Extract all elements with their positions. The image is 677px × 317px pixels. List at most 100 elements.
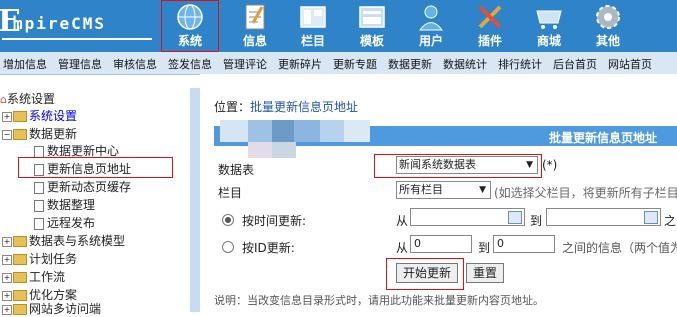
instructions-note: 说明：当改变信息目录形式时，请用此功能来批量更新内容页地址。	[214, 294, 544, 307]
tree-item-scheduled-tasks[interactable]: + 计划任务	[2, 250, 77, 267]
page-icon	[34, 181, 44, 194]
folder-icon	[13, 129, 27, 140]
start-update-button[interactable]: 开始更新	[396, 263, 458, 283]
logo-underline	[2, 38, 152, 40]
quick-menu-bar: 增加信息 管理信息 审核信息 签发信息 管理评论 更新碎片 更新专题 数据更新 …	[0, 52, 677, 75]
start-date-input[interactable]	[410, 208, 525, 226]
main-content: 位置：批量更新信息页地址 批量更新信息页地址 数据表 新闻系统数据表 ▼ (*) …	[200, 74, 677, 312]
tree-item-tables-models[interactable]: + 数据表与系统模型	[2, 232, 125, 249]
nav-user[interactable]: 用户	[402, 0, 460, 52]
sidebar-tree: ⌂系统设置 + 系统设置 − 数据更新 数据更新中心 更新信息页地址 更新动态页缓存…	[0, 88, 190, 316]
globe-icon	[177, 4, 203, 30]
radio-by-id[interactable]	[222, 241, 234, 253]
nav-system[interactable]: 系统	[161, 0, 219, 52]
from-label: 从	[396, 241, 409, 255]
tree-item-system-settings[interactable]: + 系统设置	[2, 107, 77, 124]
empirecms-logo: E mpireCMS	[0, 0, 152, 52]
tree-item-data-cleanup[interactable]: 数据整理	[34, 196, 95, 213]
expand-icon[interactable]: +	[2, 254, 12, 265]
expand-icon[interactable]: +	[2, 304, 12, 315]
tree-item-multi-access[interactable]: + 网站多访问端	[2, 300, 101, 317]
menu-site-home[interactable]: 网站首页	[608, 56, 652, 72]
time-range-suffix: 之	[664, 214, 677, 228]
expand-icon[interactable]: +	[2, 290, 12, 301]
nav-shop[interactable]: 商城	[520, 0, 578, 52]
menu-sign-info[interactable]: 签发信息	[168, 56, 212, 72]
column-hint: (如选择父栏目，将更新所有子栏目	[494, 186, 677, 200]
to-label: 到	[478, 241, 491, 255]
end-date-input[interactable]	[546, 208, 661, 226]
nav-template[interactable]: 模板	[343, 0, 401, 52]
end-id-input[interactable]: 0	[493, 235, 555, 253]
page-icon	[34, 217, 44, 230]
breadcrumb-link[interactable]: 批量更新信息页地址	[250, 100, 358, 114]
id-range-suffix: 之间的信息（两个值为	[562, 241, 677, 255]
template-icon	[359, 6, 385, 28]
by-id-label: 按ID更新:	[242, 241, 295, 255]
tree-item-update-dynamic-cache[interactable]: 更新动态页缓存	[34, 178, 131, 195]
tree-item-remote-publish[interactable]: 远程发布	[34, 214, 95, 231]
folder-icon	[13, 272, 27, 283]
folder-icon	[13, 236, 27, 247]
nav-other[interactable]: 其他	[579, 0, 637, 52]
menu-add-info[interactable]: 增加信息	[3, 56, 47, 72]
nav-label: 信息	[242, 34, 267, 48]
column-label: 栏目	[218, 186, 243, 200]
expand-icon[interactable]: +	[2, 272, 12, 283]
tree-item-data-update[interactable]: − 数据更新	[2, 125, 77, 142]
start-id-input[interactable]: 0	[410, 235, 472, 253]
table-label: 数据表	[218, 163, 255, 177]
from-label: 从	[396, 214, 409, 228]
by-time-label: 按时间更新:	[242, 214, 307, 228]
blurred-region	[220, 120, 370, 160]
nav-column[interactable]: 栏目	[284, 0, 342, 52]
nav-label: 栏目	[300, 34, 325, 48]
tree-item-workflow[interactable]: + 工作流	[2, 268, 65, 285]
panel-splitter[interactable]	[190, 88, 200, 312]
tree-root[interactable]: ⌂系统设置	[0, 90, 55, 107]
folder-icon	[13, 304, 27, 315]
home-icon: ⌂	[0, 93, 7, 106]
menu-data-stats[interactable]: 数据统计	[443, 56, 487, 72]
nav-label: 其他	[595, 34, 620, 48]
menu-review-info[interactable]: 审核信息	[113, 56, 157, 72]
page-icon	[34, 145, 44, 158]
table-select[interactable]: 新闻系统数据表 ▼	[396, 156, 538, 174]
dropdown-arrow-icon: ▼	[526, 160, 533, 170]
highlight-box	[18, 157, 173, 178]
columns-icon	[300, 6, 326, 28]
nav-label: 插件	[477, 34, 502, 48]
nav-label: 商城	[536, 34, 561, 48]
menu-update-fragment[interactable]: 更新碎片	[278, 56, 322, 72]
required-mark: (*)	[542, 158, 558, 172]
menu-manage-comment[interactable]: 管理评论	[223, 56, 267, 72]
user-icon	[419, 5, 443, 31]
top-navigation-bar: E mpireCMS 系统 信息 栏目 模板 用户 插件 商城 其他	[0, 0, 677, 52]
menu-update-topic[interactable]: 更新专题	[333, 56, 377, 72]
menu-rank-stats[interactable]: 排行统计	[498, 56, 542, 72]
nav-label: 模板	[359, 34, 384, 48]
nav-info[interactable]: 信息	[226, 0, 284, 52]
menu-manage-info[interactable]: 管理信息	[58, 56, 102, 72]
calendar-icon[interactable]	[644, 211, 658, 224]
menu-admin-home[interactable]: 后台首页	[553, 56, 597, 72]
logo-text: mpireCMS	[13, 14, 107, 33]
page-icon	[34, 199, 44, 212]
breadcrumb: 位置：批量更新信息页地址	[214, 100, 359, 114]
reset-button[interactable]: 重置	[466, 263, 504, 283]
tools-icon	[478, 5, 502, 29]
dropdown-arrow-icon: ▼	[479, 185, 486, 195]
gear-icon	[596, 5, 620, 29]
calendar-icon[interactable]	[508, 211, 522, 224]
nav-label: 系统	[177, 34, 202, 48]
radio-by-time[interactable]	[222, 214, 234, 226]
notepad-icon	[245, 4, 265, 30]
collapse-icon[interactable]: −	[2, 129, 12, 140]
nav-plugin[interactable]: 插件	[461, 0, 519, 52]
menu-data-update[interactable]: 数据更新	[388, 56, 432, 72]
expand-icon[interactable]: +	[2, 111, 12, 122]
expand-icon[interactable]: +	[2, 236, 12, 247]
to-label: 到	[530, 214, 543, 228]
column-select[interactable]: 所有栏目 ▼	[396, 181, 491, 199]
folder-icon	[13, 254, 27, 265]
